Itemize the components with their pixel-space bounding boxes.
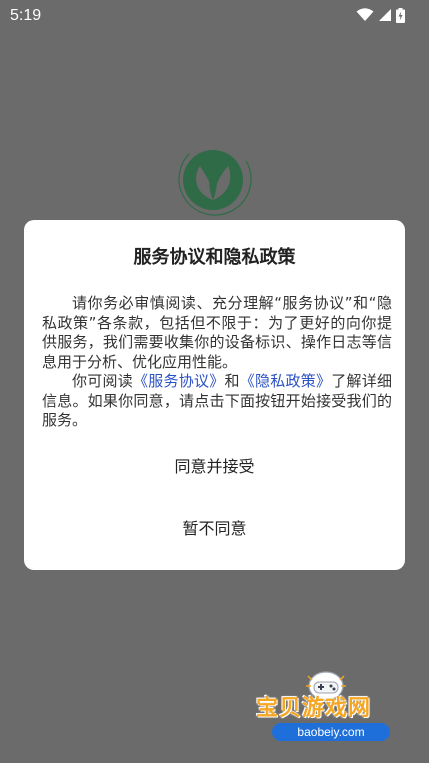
wifi-icon [356,8,374,22]
status-bar: 5:19 [0,0,429,32]
privacy-dialog: 服务协议和隐私政策 请你务必审慎阅读、充分理解“服务协议”和“隐私政策”各条款，… [24,220,405,570]
app-logo [178,142,252,216]
paragraph-2-prefix: 你可阅读 [72,372,133,390]
service-agreement-link[interactable]: 《服务协议》 [133,372,224,390]
dialog-paragraph-1: 请你务必审慎阅读、充分理解“服务协议”和“隐私政策”各条款，包括但不限于：为了更… [42,294,392,371]
leaf-logo-icon [178,142,252,216]
watermark-url: baobeiy.com [297,725,365,739]
decline-button[interactable]: 暂不同意 [24,518,405,540]
watermark-brand: 宝贝游戏网 [256,696,372,721]
signal-icon [378,8,392,22]
status-icons [356,7,405,23]
privacy-policy-link[interactable]: 《隐私政策》 [240,372,331,390]
accept-button[interactable]: 同意并接受 [24,456,405,478]
battery-charging-icon [396,7,405,23]
dialog-title: 服务协议和隐私政策 [133,247,296,268]
paragraph-2-and: 和 [224,372,240,390]
watermark: 宝贝游戏网 baobeiy.com [248,668,408,748]
watermark-url-badge: baobeiy.com [272,723,390,741]
status-time: 5:19 [10,7,42,24]
dialog-paragraph-2: 你可阅读《服务协议》和《隐私政策》了解详细信息。如果你同意，请点击下面按钮开始接… [42,372,392,431]
dialog-body: 请你务必审慎阅读、充分理解“服务协议”和“隐私政策”各条款，包括但不限于：为了更… [42,294,392,431]
